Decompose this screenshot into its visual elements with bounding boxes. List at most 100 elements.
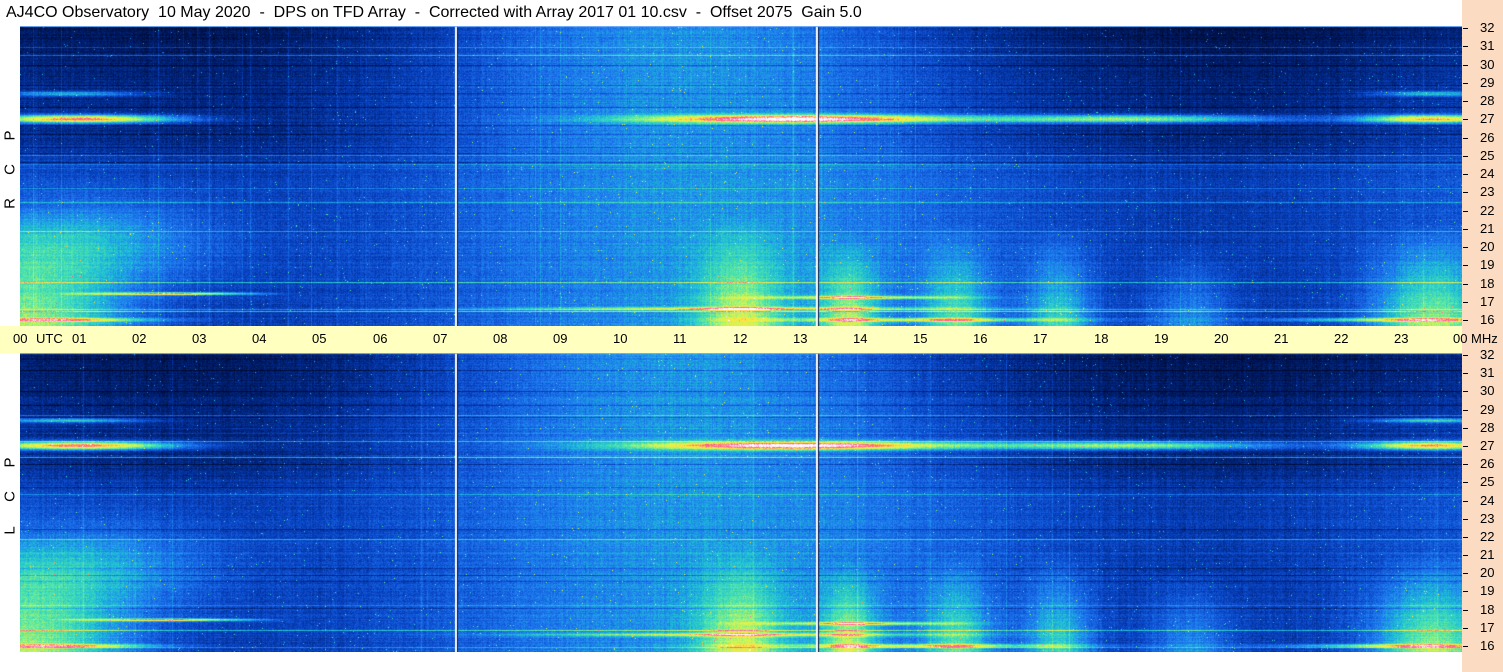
spectrogram-rcp-canvas	[20, 26, 1462, 326]
frequency-tick-mark	[1463, 156, 1468, 157]
frequency-tick-label: 32	[1480, 20, 1495, 35]
frequency-tick-label: 29	[1480, 75, 1495, 90]
frequency-tick-mark	[1463, 355, 1468, 356]
polarization-letter-rcp: C	[1, 164, 19, 175]
frequency-tick-label: 24	[1480, 493, 1495, 508]
frequency-tick-mark	[1463, 28, 1468, 29]
frequency-tick-mark	[1463, 537, 1468, 538]
time-tick-label: 11	[673, 331, 687, 346]
frequency-tick-mark	[1463, 519, 1468, 520]
polarization-letter-rcp: R	[1, 198, 19, 209]
time-tick-label: 19	[1154, 331, 1169, 346]
time-tick-label: 23	[1394, 331, 1409, 346]
frequency-tick-label: 32	[1480, 347, 1495, 362]
spectrogram-lcp	[20, 353, 1462, 652]
frequency-tick-mark	[1463, 410, 1468, 411]
frequency-tick-mark	[1463, 211, 1468, 212]
time-tick-label: 22	[1334, 331, 1349, 346]
frequency-tick-mark	[1463, 573, 1468, 574]
frequency-tick-mark	[1463, 320, 1468, 321]
frequency-tick-label: 27	[1480, 111, 1495, 126]
frequency-tick-mark	[1463, 373, 1468, 374]
frequency-tick-label: 30	[1480, 383, 1495, 398]
frequency-tick-mark	[1463, 284, 1468, 285]
frequency-tick-label: 19	[1480, 257, 1495, 272]
time-tick-label: 04	[252, 331, 267, 346]
frequency-tick-mark	[1463, 446, 1468, 447]
frequency-tick-label: 16	[1480, 638, 1495, 653]
time-unit-label: UTC	[36, 331, 63, 346]
time-tick-label: 18	[1094, 331, 1109, 346]
frequency-tick-label: 25	[1480, 148, 1495, 163]
time-tick-label: 20	[1214, 331, 1229, 346]
time-tick-label: 09	[553, 331, 568, 346]
time-tick-label: 06	[373, 331, 388, 346]
frequency-tick-label: 16	[1480, 312, 1495, 327]
frequency-tick-mark	[1463, 302, 1468, 303]
spectrogram-lcp-canvas	[20, 353, 1462, 652]
frequency-tick-label: 17	[1480, 294, 1495, 309]
frequency-tick-label: 22	[1480, 529, 1495, 544]
time-tick-label: 21	[1274, 331, 1289, 346]
time-tick-label: 17	[1033, 331, 1048, 346]
frequency-tick-mark	[1463, 628, 1468, 629]
frequency-tick-mark	[1463, 610, 1468, 611]
frequency-tick-label: 23	[1480, 184, 1495, 199]
frequency-tick-label: 28	[1480, 420, 1495, 435]
frequency-tick-mark	[1463, 83, 1468, 84]
frequency-tick-mark	[1463, 247, 1468, 248]
time-tick-label: 13	[793, 331, 808, 346]
frequency-tick-mark	[1463, 138, 1468, 139]
frequency-tick-label: 31	[1480, 365, 1495, 380]
frequency-tick-label: 21	[1480, 221, 1495, 236]
frequency-tick-mark	[1463, 501, 1468, 502]
frequency-tick-mark	[1463, 482, 1468, 483]
frequency-tick-mark	[1463, 391, 1468, 392]
frequency-tick-mark	[1463, 229, 1468, 230]
frequency-tick-mark	[1463, 591, 1468, 592]
chart-title: AJ4CO Observatory 10 May 2020 - DPS on T…	[0, 0, 1462, 26]
frequency-tick-label: 28	[1480, 93, 1495, 108]
time-axis-strip	[0, 326, 1462, 353]
time-tick-label: 00	[13, 331, 28, 346]
frequency-tick-label: 22	[1480, 203, 1495, 218]
frequency-tick-label: 30	[1480, 57, 1495, 72]
frequency-tick-label: 21	[1480, 547, 1495, 562]
frequency-tick-label: 26	[1480, 130, 1495, 145]
frequency-tick-mark	[1463, 428, 1468, 429]
frequency-tick-mark	[1463, 555, 1468, 556]
time-tick-label: 00	[1453, 331, 1468, 346]
frequency-tick-label: 29	[1480, 402, 1495, 417]
frequency-tick-label: 19	[1480, 583, 1495, 598]
time-tick-label: 05	[312, 331, 327, 346]
frequency-tick-label: 20	[1480, 565, 1495, 580]
time-tick-label: 01	[72, 331, 87, 346]
frequency-tick-mark	[1463, 46, 1468, 47]
polarization-letter-lcp: P	[1, 457, 19, 468]
frequency-tick-label: 27	[1480, 438, 1495, 453]
time-tick-label: 07	[433, 331, 448, 346]
left-margin-bottom	[0, 353, 20, 672]
frequency-tick-label: 18	[1480, 276, 1495, 291]
time-tick-label: 02	[132, 331, 147, 346]
frequency-tick-label: 24	[1480, 166, 1495, 181]
frequency-tick-mark	[1463, 65, 1468, 66]
time-tick-label: 14	[853, 331, 868, 346]
time-tick-label: 16	[973, 331, 988, 346]
time-tick-label: 03	[192, 331, 207, 346]
frequency-tick-label: 20	[1480, 239, 1495, 254]
polarization-letter-rcp: P	[1, 130, 19, 141]
frequency-tick-label: 25	[1480, 474, 1495, 489]
time-tick-label: 12	[733, 331, 748, 346]
frequency-tick-label: 17	[1480, 620, 1495, 635]
frequency-tick-label: 18	[1480, 602, 1495, 617]
time-tick-label: 15	[913, 331, 928, 346]
frequency-tick-label: 23	[1480, 511, 1495, 526]
frequency-unit-label: MHz	[1471, 331, 1498, 346]
frequency-tick-mark	[1463, 265, 1468, 266]
frequency-tick-mark	[1463, 646, 1468, 647]
time-tick-label: 08	[493, 331, 508, 346]
frequency-tick-mark	[1463, 101, 1468, 102]
bottom-margin	[20, 652, 1462, 672]
time-tick-label: 10	[613, 331, 628, 346]
